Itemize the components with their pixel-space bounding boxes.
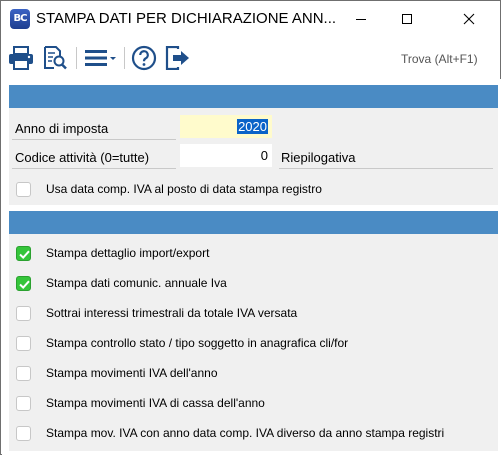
toolbar: Trova (Alt+F1): [1, 37, 500, 79]
checkbox-label: Usa data comp. IVA al posto di data stam…: [46, 182, 322, 196]
checkbox-label: Stampa dettaglio import/export: [46, 246, 210, 260]
menu-button[interactable]: [83, 41, 119, 75]
help-icon: [131, 45, 157, 71]
search-shortcut-label[interactable]: Trova (Alt+F1): [401, 52, 478, 66]
exit-button[interactable]: [164, 41, 192, 75]
help-button[interactable]: [130, 41, 158, 75]
print-button[interactable]: [7, 41, 35, 75]
label-underline: [12, 168, 176, 169]
app-logo-icon: BC: [10, 9, 30, 29]
toolbar-separator: [124, 47, 125, 69]
checkbox-box[interactable]: [16, 306, 31, 321]
checkbox-box[interactable]: [16, 426, 31, 441]
preview-button[interactable]: [41, 41, 69, 75]
printer-icon: [9, 46, 33, 70]
checkbox-label: Sottrai interessi trimestrali da totale …: [46, 306, 298, 320]
general-settings-panel: Anno di imposta 2020 Codice attività (0=…: [9, 85, 498, 205]
checkbox-box[interactable]: [16, 366, 31, 381]
window-title: STAMPA DATI PER DICHIARAZIONE ANN...: [36, 10, 337, 27]
checkbox-label: Stampa controllo stato / tipo soggetto i…: [46, 336, 349, 350]
checkbox-label: Stampa movimenti IVA di cassa dell'anno: [46, 396, 265, 410]
exit-icon: [165, 46, 189, 70]
section-header: [9, 211, 498, 234]
year-input[interactable]: 2020: [180, 115, 272, 138]
checkbox-box[interactable]: [16, 336, 31, 351]
label-underline: [12, 139, 176, 140]
option-checkbox-row[interactable]: Stampa mov. IVA con anno data comp. IVA …: [16, 425, 496, 445]
checkbox-box[interactable]: [16, 276, 31, 291]
option-checkbox-row[interactable]: Stampa dati comunic. annuale Iva: [16, 275, 496, 295]
app-window: BC STAMPA DATI PER DICHIARAZIONE ANN...: [0, 0, 501, 455]
activity-code-label: Codice attività (0=tutte): [15, 150, 150, 165]
title-bar[interactable]: BC STAMPA DATI PER DICHIARAZIONE ANN...: [1, 1, 500, 37]
close-button[interactable]: [446, 1, 492, 37]
checkmark-icon: [19, 250, 30, 260]
checkbox-label: Stampa mov. IVA con anno data comp. IVA …: [46, 426, 445, 440]
menu-icon: [85, 50, 116, 66]
option-checkbox-row[interactable]: Stampa dettaglio import/export: [16, 245, 496, 265]
year-label: Anno di imposta: [15, 121, 109, 136]
checkbox-label: Stampa dati comunic. annuale Iva: [46, 276, 227, 290]
checkbox-box[interactable]: [16, 246, 31, 261]
summary-label: Riepilogativa: [281, 150, 356, 165]
toolbar-separator: [76, 47, 77, 69]
option-checkbox-row[interactable]: Sottrai interessi trimestrali da totale …: [16, 305, 496, 325]
checkbox-label: Stampa movimenti IVA dell'anno: [46, 366, 218, 380]
checkbox-box[interactable]: [16, 182, 31, 197]
label-underline: [279, 168, 493, 169]
section-header: [9, 85, 498, 108]
minimize-button[interactable]: [338, 1, 384, 37]
checkmark-icon: [19, 280, 30, 290]
maximize-button[interactable]: [384, 1, 430, 37]
close-icon: [463, 13, 475, 25]
maximize-icon: [402, 14, 412, 24]
use-iva-date-checkbox[interactable]: Usa data comp. IVA al posto di data stam…: [16, 181, 496, 201]
option-checkbox-row[interactable]: Stampa controllo stato / tipo soggetto i…: [16, 335, 496, 355]
option-checkbox-row[interactable]: Stampa movimenti IVA dell'anno: [16, 365, 496, 385]
checkbox-box[interactable]: [16, 396, 31, 411]
form-content: Anno di imposta 2020 Codice attività (0=…: [2, 79, 501, 455]
year-value: 2020: [237, 119, 268, 134]
preview-icon: [44, 46, 67, 70]
print-options-panel: Stampa dettaglio import/export Stampa dat…: [9, 211, 498, 451]
activity-code-input[interactable]: 0: [180, 144, 272, 167]
minimize-icon: [356, 19, 366, 20]
option-checkbox-row[interactable]: Stampa movimenti IVA di cassa dell'anno: [16, 395, 496, 415]
